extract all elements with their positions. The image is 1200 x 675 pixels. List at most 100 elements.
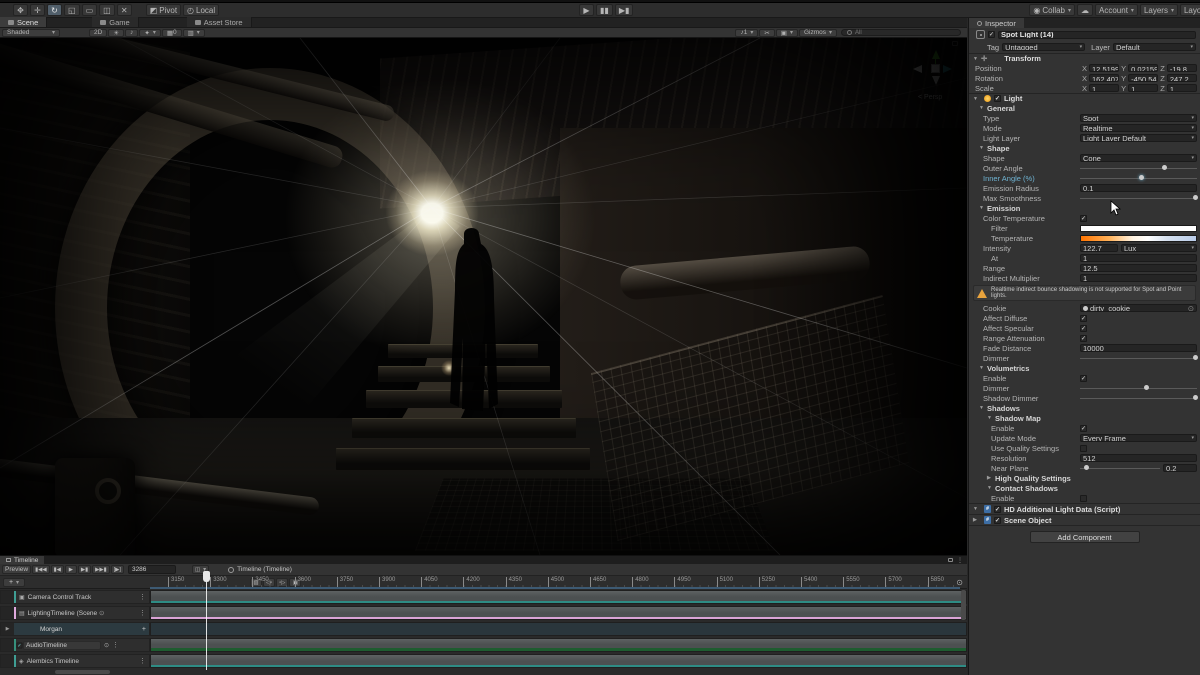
- position-y-field[interactable]: 0.021595: [1128, 64, 1158, 72]
- camera-track-lane[interactable]: [150, 590, 967, 604]
- lighting-track-lane[interactable]: [150, 606, 967, 620]
- current-frame-field[interactable]: 3286: [128, 565, 176, 574]
- tag-dropdown[interactable]: Untagged: [1002, 43, 1085, 51]
- component-checkbox[interactable]: ✓: [994, 506, 1001, 513]
- hidden-objects-counter[interactable]: ▦0: [162, 29, 182, 37]
- position-x-field[interactable]: 12.51995: [1089, 64, 1119, 72]
- preview-toggle[interactable]: Preview: [2, 565, 31, 574]
- cloud-button[interactable]: ☁: [1077, 4, 1093, 16]
- camera-speed-dropdown[interactable]: ♪1▾: [735, 29, 758, 37]
- intensity-field[interactable]: 122.7: [1080, 244, 1118, 252]
- playhead-marker[interactable]: [203, 571, 210, 582]
- group-fold-icon[interactable]: ▶: [6, 626, 10, 632]
- contact-enable-checkbox[interactable]: [1080, 495, 1087, 502]
- scene-camera-dropdown[interactable]: ▣▾: [776, 29, 798, 37]
- object-name-field[interactable]: Spot Light (14): [998, 31, 1196, 39]
- component-checkbox[interactable]: ✓: [994, 517, 1001, 524]
- tab-asset-store[interactable]: Asset Store: [187, 17, 252, 27]
- tab-inspector[interactable]: Inspector: [969, 18, 1024, 28]
- alembics-track-lane[interactable]: [150, 654, 967, 668]
- scene-audio-toggle[interactable]: ♪: [125, 29, 138, 37]
- account-dropdown[interactable]: Account▾: [1095, 4, 1138, 16]
- light-type-dropdown[interactable]: Spot: [1080, 114, 1197, 122]
- general-section-header[interactable]: ▼General: [969, 103, 1200, 113]
- collab-dropdown[interactable]: ◉Collab▾: [1029, 4, 1075, 16]
- volumetrics-dimmer-slider[interactable]: [1080, 384, 1197, 392]
- scale-tool-icon[interactable]: ◱: [64, 4, 80, 16]
- active-checkbox[interactable]: ✓: [988, 31, 995, 38]
- audio-track-lane[interactable]: [150, 638, 967, 652]
- emission-radius-field[interactable]: 0.1: [1080, 184, 1197, 192]
- scene-object-component[interactable]: ▶#✓Scene Object: [969, 514, 1200, 525]
- audio-mute-checkbox[interactable]: ✓: [17, 642, 23, 648]
- shading-mode-dropdown[interactable]: Shaded▾: [2, 29, 60, 37]
- timeline-play-button[interactable]: ▶: [65, 565, 77, 574]
- shadow-map-header[interactable]: ▼Shadow Map: [969, 413, 1200, 423]
- next-frame-button[interactable]: ▶▮: [78, 565, 91, 574]
- fade-distance-field[interactable]: 10000: [1080, 344, 1197, 352]
- shadow-enable-checkbox[interactable]: ✓: [1080, 425, 1087, 432]
- volumetrics-section-header[interactable]: ▼Volumetrics: [969, 363, 1200, 373]
- timeline-breadcrumb[interactable]: Timeline (Timeline): [228, 566, 292, 573]
- scene-fx-dropdown[interactable]: ✦▾: [139, 29, 160, 37]
- layer-dropdown[interactable]: Default: [1113, 43, 1196, 51]
- near-plane-slider[interactable]: [1080, 464, 1160, 472]
- update-mode-dropdown[interactable]: Every Frame: [1080, 434, 1197, 442]
- tab-scene[interactable]: Scene: [0, 17, 47, 27]
- layout-dropdown[interactable]: Layout: [1180, 4, 1200, 16]
- hd-light-data-component[interactable]: ▼#✓HD Additional Light Data (Script): [969, 503, 1200, 514]
- light-layer-dropdown[interactable]: Light Layer Default: [1080, 134, 1197, 142]
- max-smoothness-slider[interactable]: [1080, 194, 1197, 202]
- shadows-section-header[interactable]: ▼Shadows: [969, 403, 1200, 413]
- intensity-unit-dropdown[interactable]: Lux: [1121, 244, 1197, 252]
- rotation-z-field[interactable]: 247.2: [1167, 74, 1197, 82]
- track-menu-icon[interactable]: ⋮: [136, 593, 149, 601]
- scene-viewport[interactable]: < Persp: [0, 38, 967, 555]
- camera-control-track-header[interactable]: ▣ Camera Control Track ⋮: [0, 590, 150, 604]
- play-button[interactable]: ▶: [579, 4, 594, 16]
- timeline-settings-gear-icon[interactable]: ⊙: [956, 578, 963, 587]
- filter-color-swatch[interactable]: [1080, 225, 1197, 232]
- contact-shadows-header[interactable]: ▼Contact Shadows: [969, 483, 1200, 493]
- previous-frame-button[interactable]: ▮◀: [51, 565, 64, 574]
- emission-section-header[interactable]: ▼Emission: [969, 203, 1200, 213]
- add-track-button[interactable]: +▾: [3, 578, 25, 587]
- range-field[interactable]: 12.5: [1080, 264, 1197, 272]
- color-temperature-checkbox[interactable]: ✓: [1080, 215, 1087, 222]
- resolution-field[interactable]: 512: [1080, 454, 1197, 462]
- play-range-toggle[interactable]: [▶]: [111, 565, 124, 574]
- timeline-horizontal-scrollbar[interactable]: [55, 670, 110, 674]
- position-z-field[interactable]: -19.8: [1167, 64, 1197, 72]
- affect-diffuse-checkbox[interactable]: ✓: [1080, 315, 1087, 322]
- affect-specular-checkbox[interactable]: ✓: [1080, 325, 1087, 332]
- rotate-tool-icon[interactable]: ↻: [47, 4, 62, 16]
- scene-search-input[interactable]: All: [841, 29, 961, 36]
- at-field[interactable]: 1: [1080, 254, 1197, 262]
- track-gear-icon[interactable]: ⊙: [99, 610, 104, 617]
- range-attenuation-checkbox[interactable]: ✓: [1080, 335, 1087, 342]
- near-plane-field[interactable]: 0.2: [1163, 464, 1197, 472]
- 2d-toggle[interactable]: 2D: [89, 29, 107, 37]
- tab-timeline[interactable]: Timeline: [0, 556, 44, 564]
- morgan-group-lane[interactable]: [150, 622, 967, 636]
- add-to-group-button[interactable]: +: [139, 626, 149, 633]
- inner-angle-slider[interactable]: [1080, 174, 1197, 182]
- transform-tool-icon[interactable]: ◫: [99, 4, 115, 16]
- tab-game[interactable]: Game: [92, 17, 138, 27]
- camera-clip[interactable]: [151, 591, 966, 603]
- light-enabled-checkbox[interactable]: ✓: [994, 95, 1001, 102]
- add-component-button[interactable]: Add Component: [1030, 531, 1140, 543]
- use-quality-checkbox[interactable]: [1080, 445, 1087, 452]
- rotation-y-field[interactable]: -450.545: [1128, 74, 1158, 82]
- track-menu-icon[interactable]: ⋮: [136, 609, 149, 617]
- scene-cut-tool[interactable]: ✂: [759, 29, 774, 37]
- grid-dropdown[interactable]: ▥▾: [183, 29, 205, 37]
- light-mode-dropdown[interactable]: Realtime: [1080, 124, 1197, 132]
- timeline-vertical-scrollbar[interactable]: [961, 590, 966, 620]
- step-button[interactable]: ▶▮: [615, 4, 634, 16]
- scene-lighting-toggle[interactable]: ☀: [108, 29, 124, 37]
- pan-tool-icon[interactable]: ✥: [13, 4, 28, 16]
- local-button[interactable]: ◴Local: [183, 4, 219, 16]
- move-tool-icon[interactable]: ✛: [30, 4, 45, 16]
- shadow-dimmer-slider[interactable]: [1080, 394, 1197, 402]
